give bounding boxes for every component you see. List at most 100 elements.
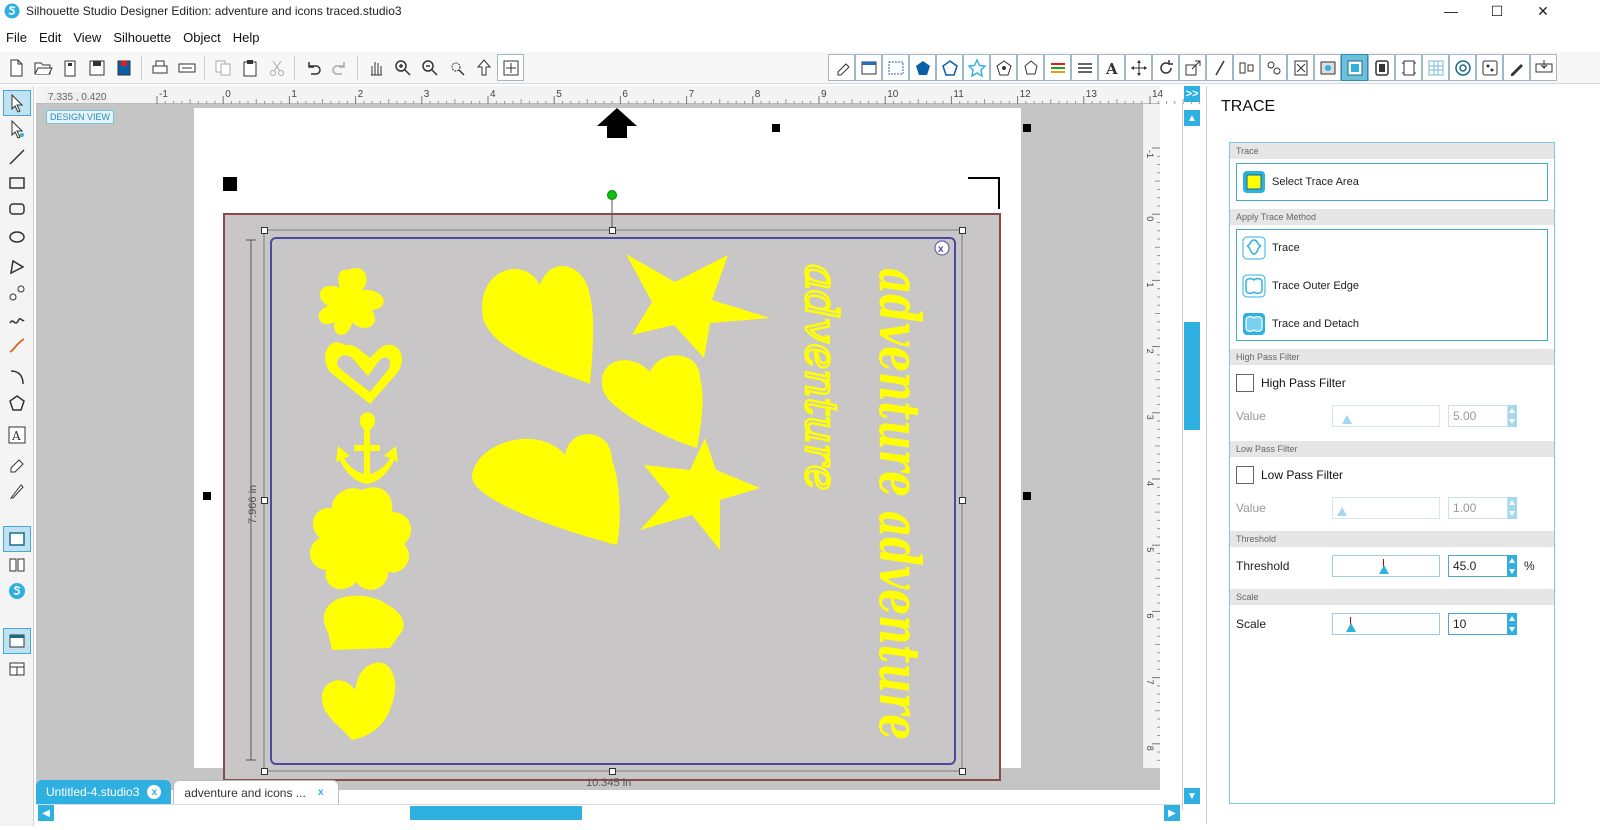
slider-thumb[interactable] [1379,565,1390,574]
eraser-tool-icon[interactable] [3,452,31,478]
nesting-icon[interactable] [1287,54,1314,81]
save-to-library-icon[interactable] [110,54,137,81]
scroll-up-icon[interactable]: ▲ [1184,110,1200,126]
menu-file[interactable]: File [0,30,33,45]
vertical-scrollbar[interactable]: ▲ ▼ [1182,104,1200,810]
rectangle-tool-icon[interactable] [3,170,31,196]
tab-close-icon[interactable]: x [147,785,162,799]
menu-help[interactable]: Help [227,30,266,45]
menu-view[interactable]: View [67,30,107,45]
high-pass-slider[interactable] [1332,405,1440,427]
curve-tool-icon[interactable] [3,280,31,306]
high-pass-value-field[interactable]: 5.00 [1448,405,1508,427]
select-tool-icon[interactable] [3,90,31,116]
scale-slider[interactable] [1332,613,1440,635]
split-window-icon[interactable] [3,656,31,682]
trace-outer-edge-button[interactable]: Trace Outer Edge [1241,272,1359,300]
threshold-value-field[interactable]: 45.0 [1448,555,1508,577]
open-library-icon[interactable] [56,54,83,81]
menu-edit[interactable]: Edit [33,30,67,45]
save-icon[interactable] [83,54,110,81]
text-style-icon[interactable]: A [1098,54,1125,81]
vertical-scroll-thumb[interactable] [1184,322,1200,430]
threshold-spinner[interactable] [1508,555,1517,577]
rounded-rectangle-tool-icon[interactable] [3,196,31,222]
sketch-icon[interactable] [1503,54,1530,81]
scale-value-field[interactable]: 10 [1448,613,1508,635]
zoom-out-icon[interactable] [416,54,443,81]
gradient-fill-icon[interactable] [963,54,990,81]
close-window-button[interactable]: ✕ [1520,0,1566,22]
offset-icon[interactable] [1368,54,1395,81]
polygon-tool-icon[interactable] [3,254,31,280]
shear-icon[interactable] [1206,54,1233,81]
send-to-silhouette-icon[interactable] [173,54,200,81]
copy-icon[interactable] [209,54,236,81]
page-handle[interactable] [772,124,780,132]
single-window-icon[interactable] [3,628,31,654]
line-style-icon[interactable] [1044,54,1071,81]
page-setup-icon[interactable] [855,54,882,81]
send-icon[interactable] [1530,54,1557,81]
print-and-cut-icon[interactable] [1395,54,1422,81]
high-pass-filter-checkbox[interactable] [1236,374,1254,392]
fit-to-page-icon[interactable] [497,54,524,81]
selection-handle[interactable] [261,497,268,504]
replicate-icon[interactable] [1260,54,1287,81]
high-pass-spinner[interactable] [1508,405,1517,427]
collapse-panel-button[interactable]: >> [1184,86,1200,102]
trace-and-detach-button[interactable]: Trace and Detach [1241,310,1359,338]
scroll-left-icon[interactable]: ◀ [38,805,54,821]
selection-handle[interactable] [261,227,268,234]
maximize-button[interactable]: ☐ [1474,0,1520,22]
selection-handle[interactable] [959,497,966,504]
page-handle[interactable] [1023,492,1031,500]
freehand-tool-icon[interactable] [3,306,31,332]
pan-hand-icon[interactable] [362,54,389,81]
tab-adventure-and-icons[interactable]: adventure and icons ... x [173,780,339,804]
regular-polygon-tool-icon[interactable] [3,390,31,416]
menu-object[interactable]: Object [177,30,227,45]
grid-settings-icon[interactable] [882,54,909,81]
ellipse-tool-icon[interactable] [3,224,31,250]
page-handle[interactable] [203,492,211,500]
line-weight-icon[interactable] [1071,54,1098,81]
tab-untitled-4[interactable]: Untitled-4.studio3 x [36,780,172,804]
horizontal-scroll-thumb[interactable] [410,806,582,820]
library-view-icon[interactable] [3,552,31,578]
slider-thumb[interactable] [1337,507,1347,516]
low-pass-spinner[interactable] [1508,497,1517,519]
shadow-icon[interactable] [1017,54,1044,81]
design-view-icon[interactable] [3,526,31,552]
selection-handle[interactable] [261,768,268,775]
store-icon[interactable] [1476,54,1503,81]
pattern-fill-icon[interactable] [990,54,1017,81]
line-tool-icon[interactable] [3,144,31,170]
selection-handle[interactable] [959,768,966,775]
paste-icon[interactable] [236,54,263,81]
zoom-in-icon[interactable] [389,54,416,81]
rotate-icon[interactable] [1152,54,1179,81]
low-pass-slider[interactable] [1332,497,1440,519]
threshold-slider[interactable] [1332,555,1440,577]
line-color-icon[interactable] [936,54,963,81]
menu-silhouette[interactable]: Silhouette [107,30,177,45]
modify-icon[interactable] [1314,54,1341,81]
zoom-select-icon[interactable] [443,54,470,81]
grid-icon[interactable] [1422,54,1449,81]
trace-area-frame[interactable] [270,237,956,765]
trace-panel-icon[interactable] [1341,54,1368,81]
new-document-icon[interactable] [2,54,29,81]
fill-color-icon[interactable] [909,54,936,81]
tab-close-icon[interactable]: x [314,786,328,800]
minimize-button[interactable]: — [1428,0,1474,22]
text-tool-icon[interactable]: A [3,422,31,448]
low-pass-filter-checkbox[interactable] [1236,466,1254,484]
arc-tool-icon[interactable] [3,364,31,390]
slider-thumb[interactable] [1346,623,1357,632]
silhouette-store-icon[interactable] [3,578,31,604]
knife-tool-icon[interactable] [3,478,31,504]
scale-icon[interactable] [1179,54,1206,81]
transform-icon[interactable] [1125,54,1152,81]
cut-icon[interactable] [263,54,290,81]
